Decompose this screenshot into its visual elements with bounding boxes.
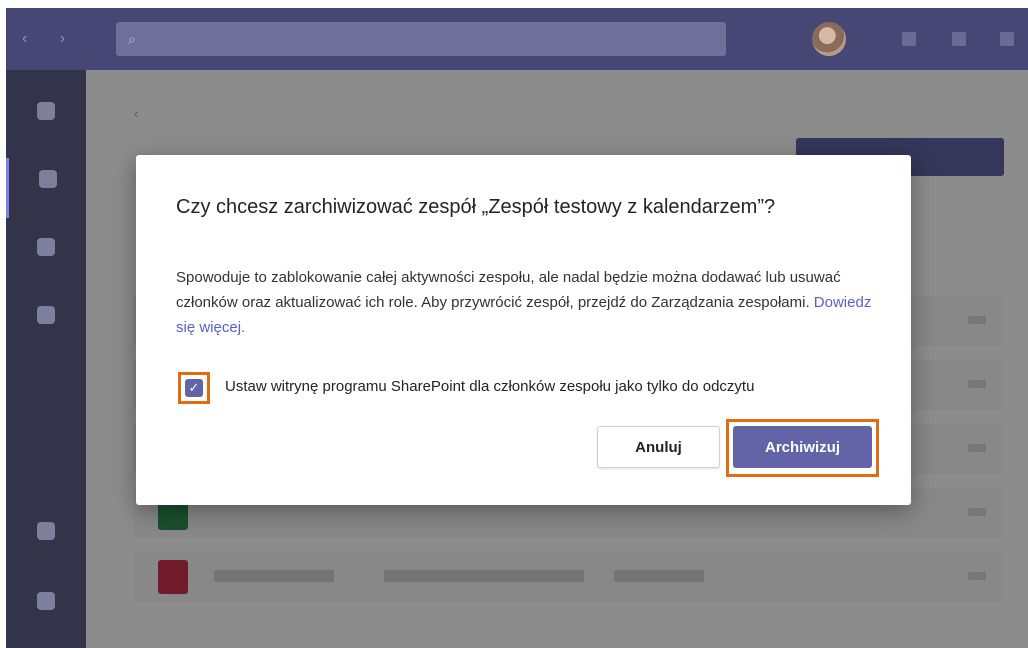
cancel-button[interactable]: Anuluj xyxy=(597,426,720,468)
files-icon xyxy=(37,306,55,324)
dialog-body: Spowoduje to zablokowanie całej aktywnoś… xyxy=(176,265,876,340)
help-icon xyxy=(37,592,55,610)
archive-team-dialog: Czy chcesz zarchiwizować zespół „Zespół … xyxy=(136,155,911,505)
close-icon[interactable] xyxy=(1000,32,1014,46)
dialog-title: Czy chcesz zarchiwizować zespół „Zespół … xyxy=(176,196,776,218)
sharepoint-readonly-checkbox[interactable]: ✓ xyxy=(185,379,203,397)
rail-item-apps[interactable] xyxy=(6,510,86,570)
title-bar: ‹ › ⌕ xyxy=(6,8,1028,70)
calendar-icon xyxy=(37,238,55,256)
archive-button[interactable]: Archiwizuj xyxy=(733,426,872,468)
search-icon: ⌕ xyxy=(128,31,136,47)
checkbox-label[interactable]: Ustaw witrynę programu SharePoint dla cz… xyxy=(225,378,754,395)
nav-arrows-icon[interactable]: ‹ › xyxy=(22,30,79,48)
minimize-icon[interactable] xyxy=(952,32,966,46)
rail-item-calendar[interactable] xyxy=(6,226,86,286)
search-input[interactable]: ⌕ xyxy=(116,22,726,56)
more-icon[interactable] xyxy=(902,32,916,46)
rail-item-files[interactable] xyxy=(6,294,86,354)
apps-icon xyxy=(37,522,55,540)
dialog-body-text: Spowoduje to zablokowanie całej aktywnoś… xyxy=(176,269,841,311)
sharepoint-readonly-option[interactable]: ✓ Ustaw witrynę programu SharePoint dla … xyxy=(178,372,878,404)
avatar[interactable] xyxy=(812,22,846,56)
app-rail xyxy=(6,70,86,648)
rail-item-teams[interactable] xyxy=(6,158,86,218)
teams-icon xyxy=(38,170,57,188)
rail-item-help[interactable] xyxy=(6,580,86,640)
activity-icon xyxy=(37,102,55,120)
rail-item-activity[interactable] xyxy=(6,90,86,150)
